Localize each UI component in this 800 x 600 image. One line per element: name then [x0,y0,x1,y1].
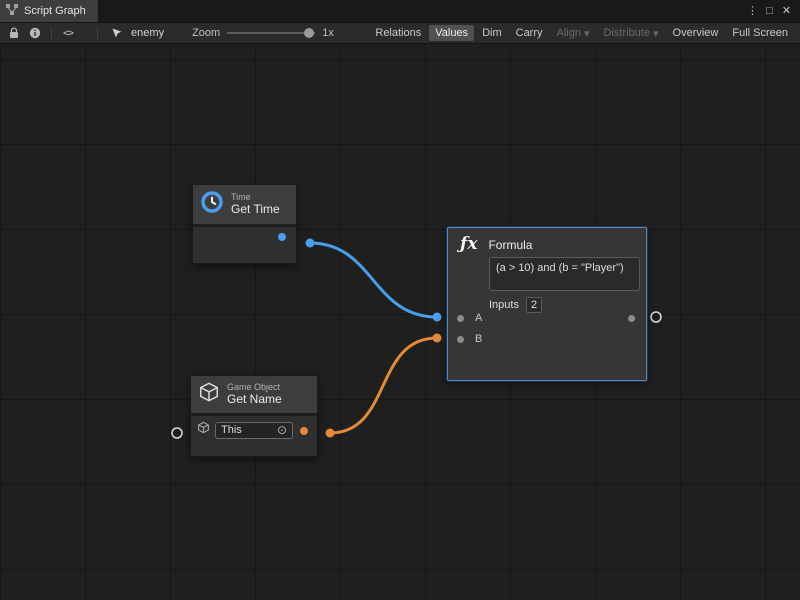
toolbar-divider [51,27,52,40]
overview-button[interactable]: Overview [667,25,725,41]
wire-getname-to-formula-b[interactable] [330,338,437,433]
titlebar-spacer [98,0,744,22]
getname-input-port-hollow[interactable] [172,428,182,438]
zoom-slider-knob[interactable] [304,28,314,38]
dim-button[interactable]: Dim [476,25,508,41]
getname-output-port[interactable] [300,427,308,435]
zoom-slider[interactable] [227,32,315,34]
node-formula[interactable]: ƒx Formula (a > 10) and (b = "Player") I… [447,227,647,381]
window-close-icon[interactable]: ✕ [778,0,795,22]
carry-button[interactable]: Carry [510,25,549,41]
values-button[interactable]: Values [429,25,474,41]
formula-input-port-a[interactable] [457,315,464,322]
script-graph-tab[interactable]: Script Graph [0,0,98,22]
formula-expression-input[interactable]: (a > 10) and (b = "Player") [489,257,640,291]
lock-icon[interactable] [4,23,24,43]
wire-endpoint[interactable] [433,313,442,322]
wire-endpoint[interactable] [306,239,315,248]
window-titlebar: Script Graph ⋮ □ ✕ [0,0,800,22]
relations-button[interactable]: Relations [369,25,427,41]
script-machine-icon [103,23,128,43]
window-menu-icon[interactable]: ⋮ [744,0,761,22]
target-value: This [221,424,242,436]
chevron-down-icon: ▾ [653,27,659,40]
wire-endpoint[interactable] [326,429,335,438]
formula-fx-icon: ƒx [460,236,477,253]
node-title: Get Name [227,393,282,407]
port-label-b: B [475,333,482,345]
window-maximize-icon[interactable]: □ [761,0,778,22]
graph-name-label: enemy [131,27,164,39]
small-cube-icon [197,421,210,439]
gettime-output-port[interactable] [278,233,286,241]
node-header[interactable]: Time Get Time [193,185,296,224]
node-title: Formula [488,238,532,252]
distribute-dropdown[interactable]: Distribute▾ [598,25,665,42]
chevron-down-icon: ▾ [584,27,590,40]
node-header[interactable]: ƒx Formula [448,228,646,253]
target-object-dropdown[interactable]: This ⊙ [215,422,293,439]
cube-icon [198,381,220,408]
target-picker-icon[interactable]: ⊙ [277,424,287,436]
zoom-value: 1x [322,27,334,39]
node-get-name[interactable]: Game Object Get Name This ⊙ [190,375,318,457]
toolbar-divider [97,27,98,40]
full-screen-button[interactable]: Full Screen [726,25,794,41]
formula-output-port-hollow[interactable] [651,312,661,322]
node-title: Get Time [231,203,280,217]
wire-gettime-to-formula-a[interactable] [310,243,437,317]
info-icon[interactable] [24,23,46,43]
formula-input-port-b[interactable] [457,336,464,343]
window-title: Script Graph [24,5,86,17]
zoom-label: Zoom [192,27,220,39]
align-dropdown[interactable]: Align▾ [551,25,596,42]
graph-toolbar: <> enemy Zoom 1x Relations Values Dim Ca… [0,22,800,44]
script-graph-icon [6,4,18,18]
node-header[interactable]: Game Object Get Name [191,376,317,413]
wire-endpoint[interactable] [433,334,442,343]
clock-icon [200,190,224,219]
port-label-a: A [475,312,482,324]
node-get-time[interactable]: Time Get Time [192,184,297,264]
code-preview-icon[interactable]: <> [57,28,79,39]
formula-output-port[interactable] [628,315,635,322]
graph-canvas[interactable]: Time Get Time ƒx Formula (a > 10) and (b… [0,44,800,600]
